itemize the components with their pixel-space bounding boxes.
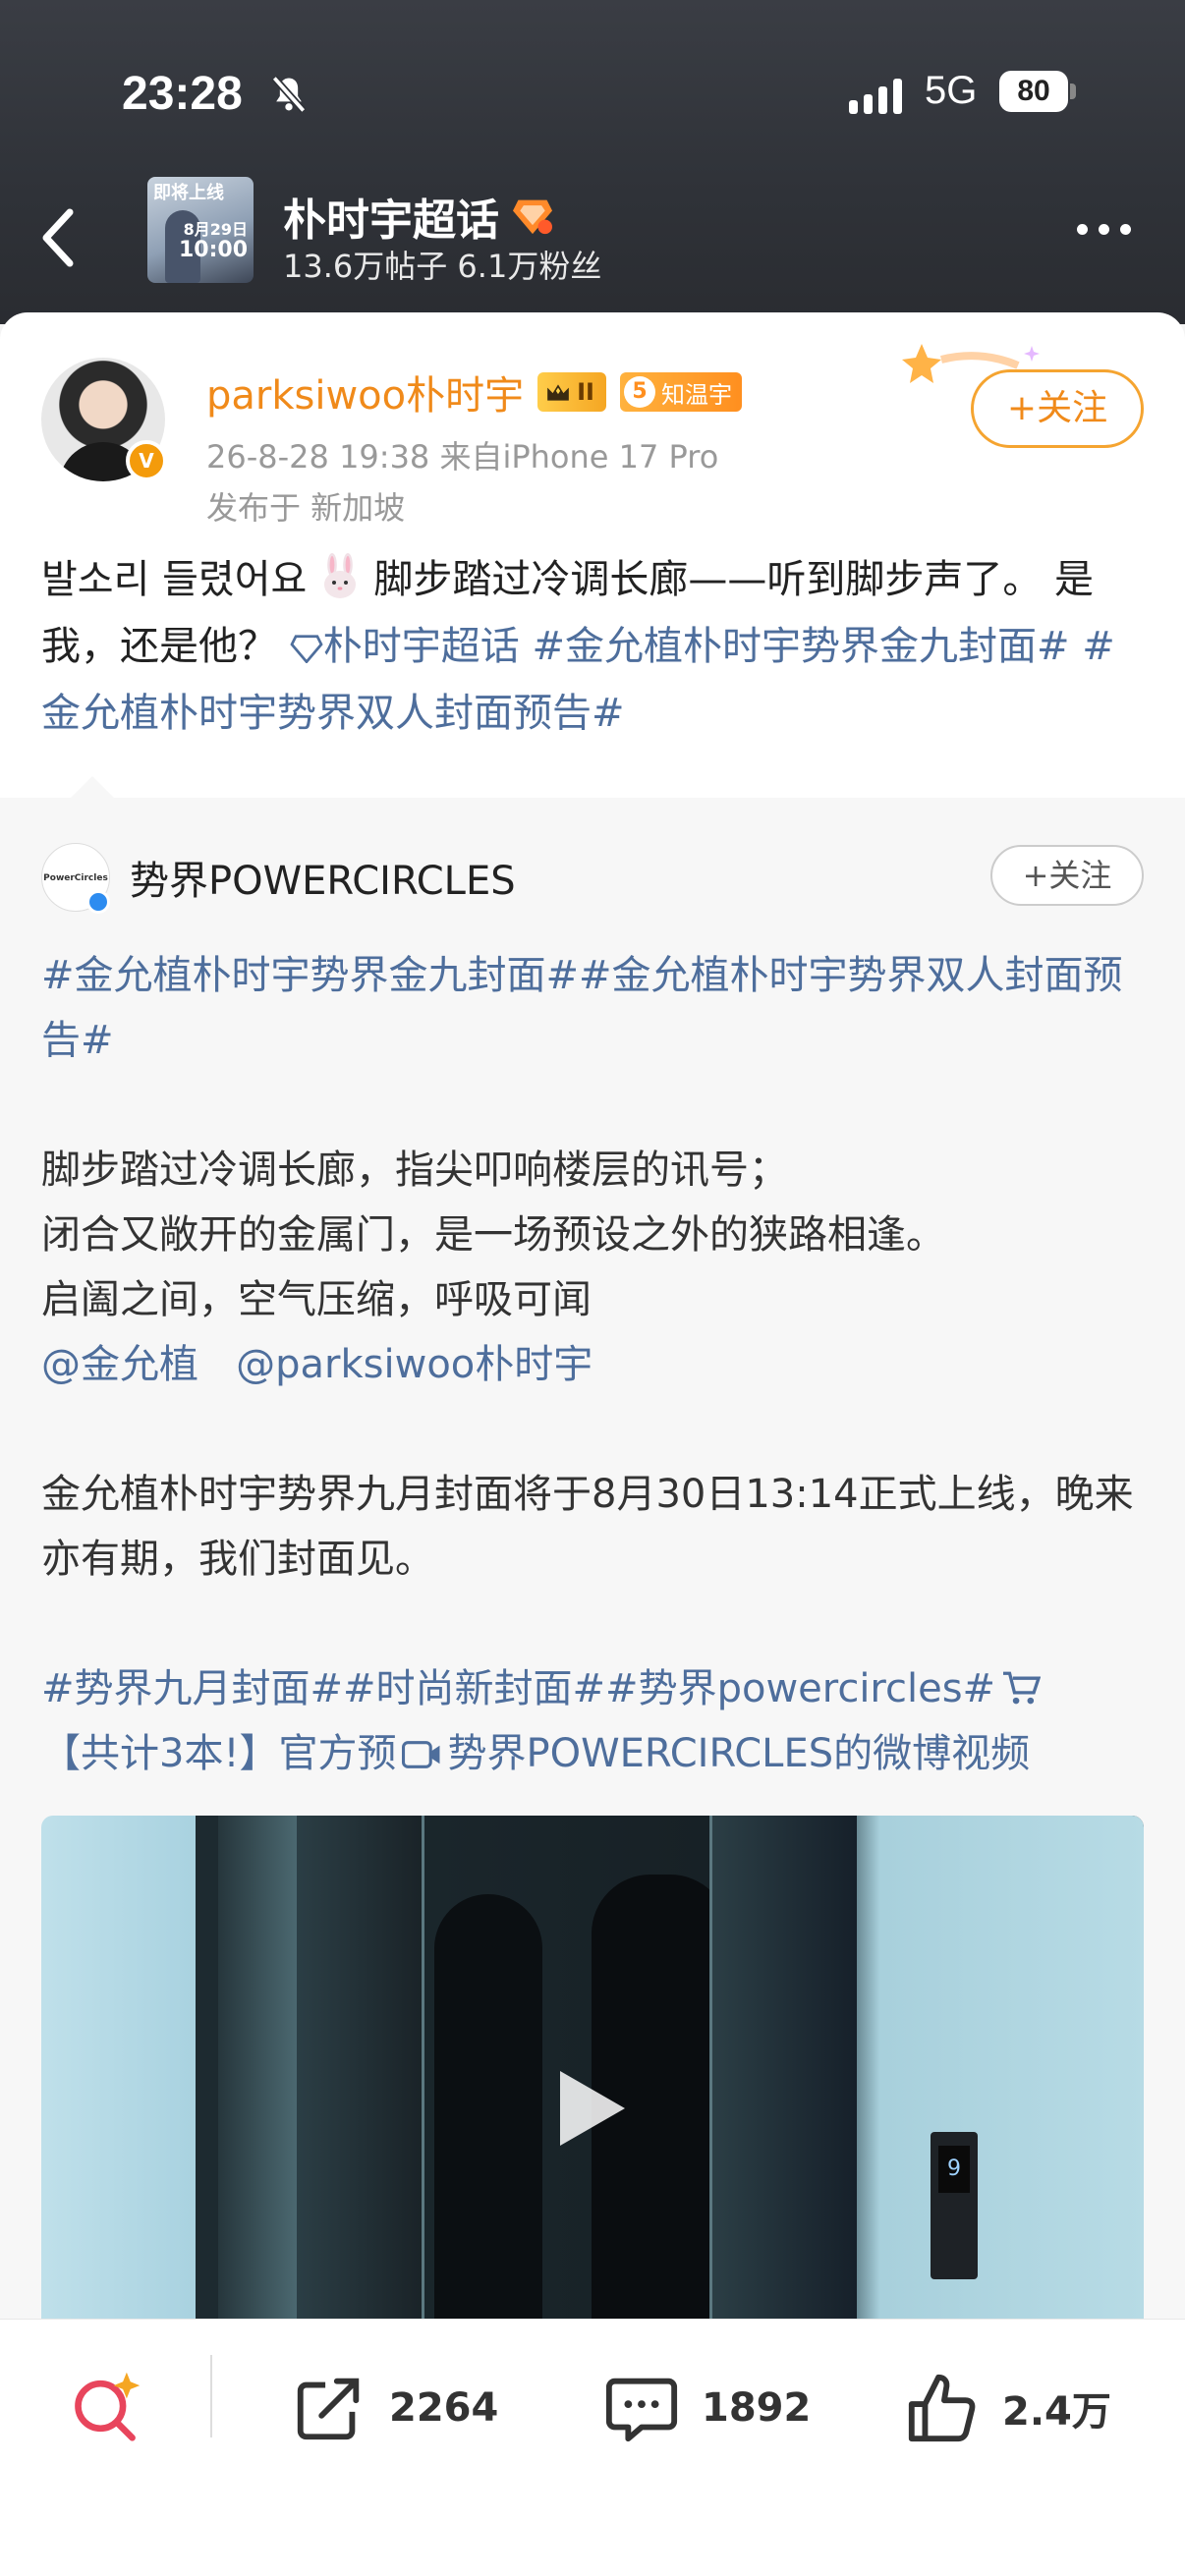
status-bar: 23:28 5G 80 — [0, 59, 1185, 138]
post-location: 发布于 新加坡 — [206, 489, 406, 527]
supertopic-link[interactable]: 朴时宇超话 — [290, 624, 520, 669]
topic-thumbnail[interactable]: 即将上线 8月29日 10:00 — [147, 177, 254, 283]
video-player[interactable]: 9 — [41, 1816, 1144, 2326]
thumb-time: 10:00 — [178, 238, 248, 262]
thumb-date: 8月29日 — [183, 220, 248, 239]
bottom-action-bar: 2264 1892 2.4万 — [0, 2319, 1185, 2576]
comment-count: 1892 — [702, 2385, 812, 2431]
ai-search-icon[interactable] — [69, 2369, 143, 2443]
elevator-panel: 9 — [931, 2132, 978, 2279]
header-background: 23:28 5G 80 即将上线 8月29日 10:00 朴时宇超话 13.6万… — [0, 0, 1185, 324]
mention-1[interactable]: @金允植 — [41, 1342, 198, 1387]
comment-icon — [605, 2378, 678, 2442]
battery-tip — [1070, 84, 1076, 99]
more-options-icon[interactable] — [1077, 224, 1131, 235]
repost-container[interactable]: PowerCircles 势界POWERCIRCLES +关注 #金允植朴时宇势… — [0, 776, 1185, 2326]
repost-hashtags-2[interactable]: #势界九月封面##时尚新封面##势界powercircles# — [41, 1666, 995, 1711]
share-button[interactable]: 2264 — [291, 2369, 498, 2447]
repost-line-3: 启阖之间，空气压缩，呼吸可闻 — [41, 1277, 592, 1322]
rank-badge[interactable]: II — [537, 372, 606, 412]
supertopic-small-icon — [290, 635, 323, 664]
elevator-floor: 9 — [938, 2146, 970, 2193]
video-door-left — [297, 1816, 424, 2326]
hashtag-1[interactable]: #金允植朴时宇势界金九封面# — [532, 624, 1069, 669]
topic-navbar: 即将上线 8月29日 10:00 朴时宇超话 13.6万帖子 6.1万粉丝 — [0, 177, 1185, 295]
share-count: 2264 — [389, 2385, 499, 2431]
video-door-frame — [218, 1816, 297, 2326]
network-type: 5G — [925, 69, 978, 112]
status-time: 23:28 — [122, 68, 243, 120]
repost-line-1: 脚步踏过冷调长廊，指尖叩响楼层的讯号； — [41, 1148, 788, 1193]
repost-hashtags[interactable]: #金允植朴时宇势界金九封面##金允植朴时宇势界双人封面预告# — [41, 943, 1152, 1073]
like-button[interactable]: 2.4万 — [904, 2369, 1111, 2447]
comment-button[interactable]: 1892 — [603, 2369, 811, 2447]
bunny-emoji-icon — [324, 553, 357, 598]
back-arrow-icon[interactable] — [33, 206, 83, 269]
rank-level: II — [577, 378, 594, 406]
video-link-icon — [402, 1741, 440, 1768]
battery-icon: 80 — [999, 71, 1068, 112]
thumb-title: 即将上线 — [153, 183, 224, 203]
post-text-korean: 발소리 들렸어요 — [41, 557, 308, 602]
repost-line-2: 闭合又敞开的金属门，是一场预设之外的狭路相逢。 — [41, 1212, 945, 1258]
signal-icon — [849, 77, 902, 114]
cart-icon[interactable] — [1001, 1670, 1042, 1706]
fan-badge-label: 知温宇 — [660, 380, 732, 409]
repost-username[interactable]: 势界POWERCIRCLES — [130, 849, 516, 906]
repost-verified-icon — [86, 890, 110, 914]
video-figure-1 — [434, 1894, 542, 2326]
fan-badge[interactable]: 5 知温宇 — [619, 372, 742, 412]
mention-2[interactable]: @parksiwoo朴时宇 — [236, 1342, 592, 1387]
thumbs-up-icon — [908, 2374, 976, 2442]
follow-button[interactable]: +关注 — [971, 369, 1144, 448]
bell-muted-icon — [271, 76, 307, 113]
post-text: 발소리 들렸어요 脚步踏过冷调长廊——听到脚步声了。 是我，还是他？ 朴时宇超话… — [41, 546, 1152, 747]
repost-pointer — [71, 776, 114, 798]
video-door-right — [709, 1816, 857, 2326]
shop-link[interactable]: 【共计3本!】官方预 — [41, 1731, 396, 1776]
post-username-row: parksiwoo朴时宇 II 5 知温宇 — [206, 364, 742, 420]
repost-text: #金允植朴时宇势界金九封面##金允植朴时宇势界双人封面预告# 脚步踏过冷调长廊，… — [41, 943, 1152, 1786]
bottom-divider — [210, 2355, 212, 2437]
verified-badge-icon: V — [126, 440, 167, 481]
topic-name: 朴时宇超话 — [283, 196, 499, 246]
supertopic-diamond-icon — [513, 199, 552, 235]
like-count: 2.4万 — [1002, 2389, 1111, 2435]
crown-icon — [547, 384, 569, 401]
post-username[interactable]: parksiwoo朴时宇 — [206, 364, 524, 420]
share-icon — [297, 2378, 360, 2440]
topic-title[interactable]: 朴时宇超话 — [283, 185, 554, 248]
topic-stats: 13.6万帖子 6.1万粉丝 — [283, 248, 602, 285]
video-wall — [857, 1816, 1144, 2326]
repost-line-4: 金允植朴时宇势界九月封面将于8月30日13:14正式上线，晚来亦有期，我们封面见… — [41, 1472, 1134, 1582]
play-icon[interactable] — [560, 2071, 625, 2146]
supertopic-link-label: 朴时宇超话 — [322, 624, 520, 669]
video-link[interactable]: 势界POWERCIRCLES的微博视频 — [447, 1731, 1030, 1776]
post-meta: 26-8-28 19:38 来自iPhone 17 Pro — [206, 438, 719, 476]
fan-level: 5 — [623, 376, 655, 408]
repost-follow-button[interactable]: +关注 — [990, 845, 1144, 906]
